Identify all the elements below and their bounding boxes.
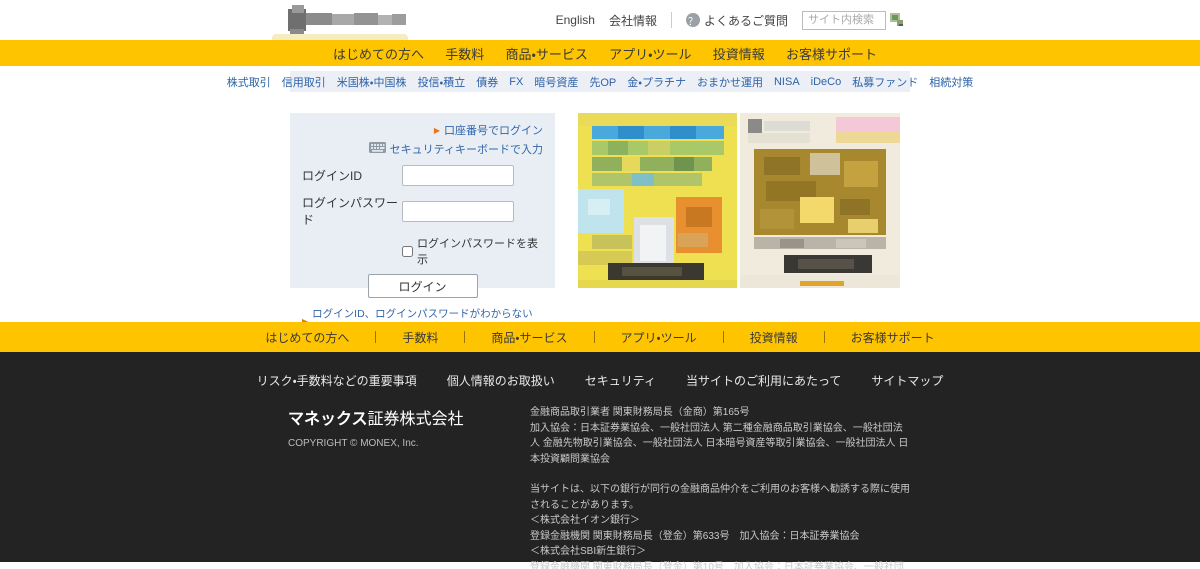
sub-nav-row: 株式取引 信用取引 米国株・中国株 投信・積立 債券 FX 暗号資産 先OP 金…	[0, 66, 1200, 96]
logo-blurred-image	[288, 5, 406, 34]
regulatory-text: 金融商品取引業者 関東財務局長（金商）第165号 加入協会：日本証券業協会、一般…	[530, 405, 912, 569]
footer-link-site-usage[interactable]: 当サイトのご利用にあたって	[686, 372, 841, 389]
sub-nav-funds[interactable]: 投信・積立	[418, 74, 466, 90]
footer-nav-products[interactable]: 商品・サービス	[465, 329, 593, 346]
faq-link[interactable]: ？ よくあるご質問	[686, 12, 788, 29]
keyboard-icon	[369, 142, 386, 156]
footer-nav-investment-info[interactable]: 投資情報	[724, 329, 824, 346]
main-content: ▶ 口座番号でログイン セキュリティキーボードで入力	[0, 96, 1200, 322]
sub-nav-managed[interactable]: おまかせ運用	[697, 74, 763, 90]
sub-nav-futures-options[interactable]: 先OP	[589, 74, 616, 90]
legal-line-aeon-bank: ＜株式会社イオン銀行＞	[530, 513, 912, 529]
sub-nav-crypto[interactable]: 暗号資産	[534, 74, 578, 90]
sub-nav-nisa[interactable]: NISA	[774, 76, 800, 88]
sub-nav-gold-platinum[interactable]: 金・プラチナ	[627, 74, 686, 90]
legal-line-sbi-registration: 登録金融機関 関東財務局長（登金）第10号 加入協会：日本証券業協会、一般社団法…	[530, 560, 912, 569]
main-nav-beginners[interactable]: はじめての方へ	[333, 44, 424, 63]
footer-nav-beginners[interactable]: はじめての方へ	[239, 329, 375, 346]
copyright-notice: COPYRIGHT © MONEX, Inc.	[288, 438, 530, 449]
sub-nav-bonds[interactable]: 債券	[476, 74, 498, 90]
main-nav-products[interactable]: 商品・サービス	[505, 44, 587, 63]
login-panel: ▶ 口座番号でログイン セキュリティキーボードで入力	[290, 113, 555, 288]
campaign-banner-2[interactable]	[740, 113, 900, 288]
site-footer: リスク・手数料などの重要事項 個人情報のお取扱い セキュリティ 当サイトのご利用…	[0, 352, 1200, 562]
monex-login-page: English 会社情報 ？ よくあるご質問	[0, 0, 1200, 569]
sub-nav-private-funds[interactable]: 私募ファンド	[852, 74, 918, 90]
footer-link-sitemap[interactable]: サイトマップ	[871, 372, 943, 389]
main-nav-apps-tools[interactable]: アプリ・ツール	[609, 44, 691, 63]
sub-nav-fx[interactable]: FX	[509, 76, 523, 88]
security-keyboard-link[interactable]: セキュリティキーボードで入力	[390, 141, 543, 157]
login-password-input[interactable]	[402, 201, 514, 222]
main-nav: はじめての方へ 手数料 商品・サービス アプリ・ツール 投資情報 お客様サポート	[0, 40, 1200, 66]
arrow-icon: ▶	[434, 126, 440, 135]
search-input[interactable]	[802, 11, 886, 30]
login-password-label: ログインパスワード	[302, 194, 402, 228]
legal-line-sbi-bank: ＜株式会社SBI新生銀行＞	[530, 544, 912, 560]
main-nav-investment-info[interactable]: 投資情報	[713, 44, 765, 63]
footer-legal-links: リスク・手数料などの重要事項 個人情報のお取扱い セキュリティ 当サイトのご利用…	[0, 372, 1200, 389]
sub-nav-margin[interactable]: 信用取引	[282, 74, 326, 90]
footer-nav-fees[interactable]: 手数料	[376, 329, 464, 346]
login-id-input[interactable]	[402, 165, 514, 186]
header-link-english[interactable]: English	[556, 13, 595, 27]
legal-line-registration: 金融商品取引業者 関東財務局長（金商）第165号	[530, 405, 912, 421]
search-icon[interactable]	[889, 12, 905, 28]
sub-nav-stocks[interactable]: 株式取引	[227, 74, 271, 90]
login-id-label: ログインID	[302, 167, 402, 184]
header-divider	[671, 12, 672, 28]
account-number-login-link[interactable]: 口座番号でログイン	[444, 122, 543, 138]
legal-line-bank-notice: 当サイトは、以下の銀行が同行の金融商品仲介をご利用のお客様へ勧誘する際に使用され…	[530, 482, 912, 513]
company-name: マネックス証券株式会社	[288, 405, 530, 429]
campaign-banner-1[interactable]	[578, 113, 737, 288]
question-icon: ？	[686, 13, 700, 27]
sub-nav-ideco[interactable]: iDeCo	[811, 76, 842, 88]
footer-nav-support[interactable]: お客様サポート	[825, 329, 961, 346]
footer-nav: はじめての方へ 手数料 商品・サービス アプリ・ツール 投資情報 お客様サポート	[0, 322, 1200, 352]
site-search	[802, 11, 905, 30]
header-link-company-info[interactable]: 会社情報	[609, 12, 657, 29]
footer-link-security[interactable]: セキュリティ	[585, 372, 656, 389]
show-password-label: ログインパスワードを表示	[417, 235, 543, 267]
login-button[interactable]: ログイン	[368, 274, 478, 298]
sub-nav-inheritance[interactable]: 相続対策	[929, 74, 973, 90]
show-password-checkbox[interactable]	[402, 246, 413, 257]
top-header: English 会社情報 ？ よくあるご質問	[0, 0, 1200, 40]
sub-nav: 株式取引 信用取引 米国株・中国株 投信・積立 債券 FX 暗号資産 先OP 金…	[290, 71, 910, 92]
footer-nav-apps-tools[interactable]: アプリ・ツール	[595, 329, 723, 346]
header-utility-nav: English 会社情報 ？ よくあるご質問	[556, 0, 905, 40]
legal-line-associations: 加入協会：日本証券業協会、一般社団法人 第二種金融商品取引業協会、一般社団法人 …	[530, 421, 912, 468]
company-logo[interactable]	[272, 3, 408, 42]
main-nav-fees[interactable]: 手数料	[445, 44, 484, 63]
footer-link-risk-fees[interactable]: リスク・手数料などの重要事項	[257, 372, 417, 389]
faq-label: よくあるご質問	[704, 12, 788, 29]
main-nav-support[interactable]: お客様サポート	[786, 44, 877, 63]
promo-banners	[578, 113, 900, 288]
legal-line-aeon-registration: 登録金融機関 関東財務局長（登金）第633号 加入協会：日本証券業協会	[530, 529, 912, 545]
footer-link-privacy[interactable]: 個人情報のお取扱い	[447, 372, 555, 389]
sub-nav-us-china-stocks[interactable]: 米国株・中国株	[337, 74, 407, 90]
